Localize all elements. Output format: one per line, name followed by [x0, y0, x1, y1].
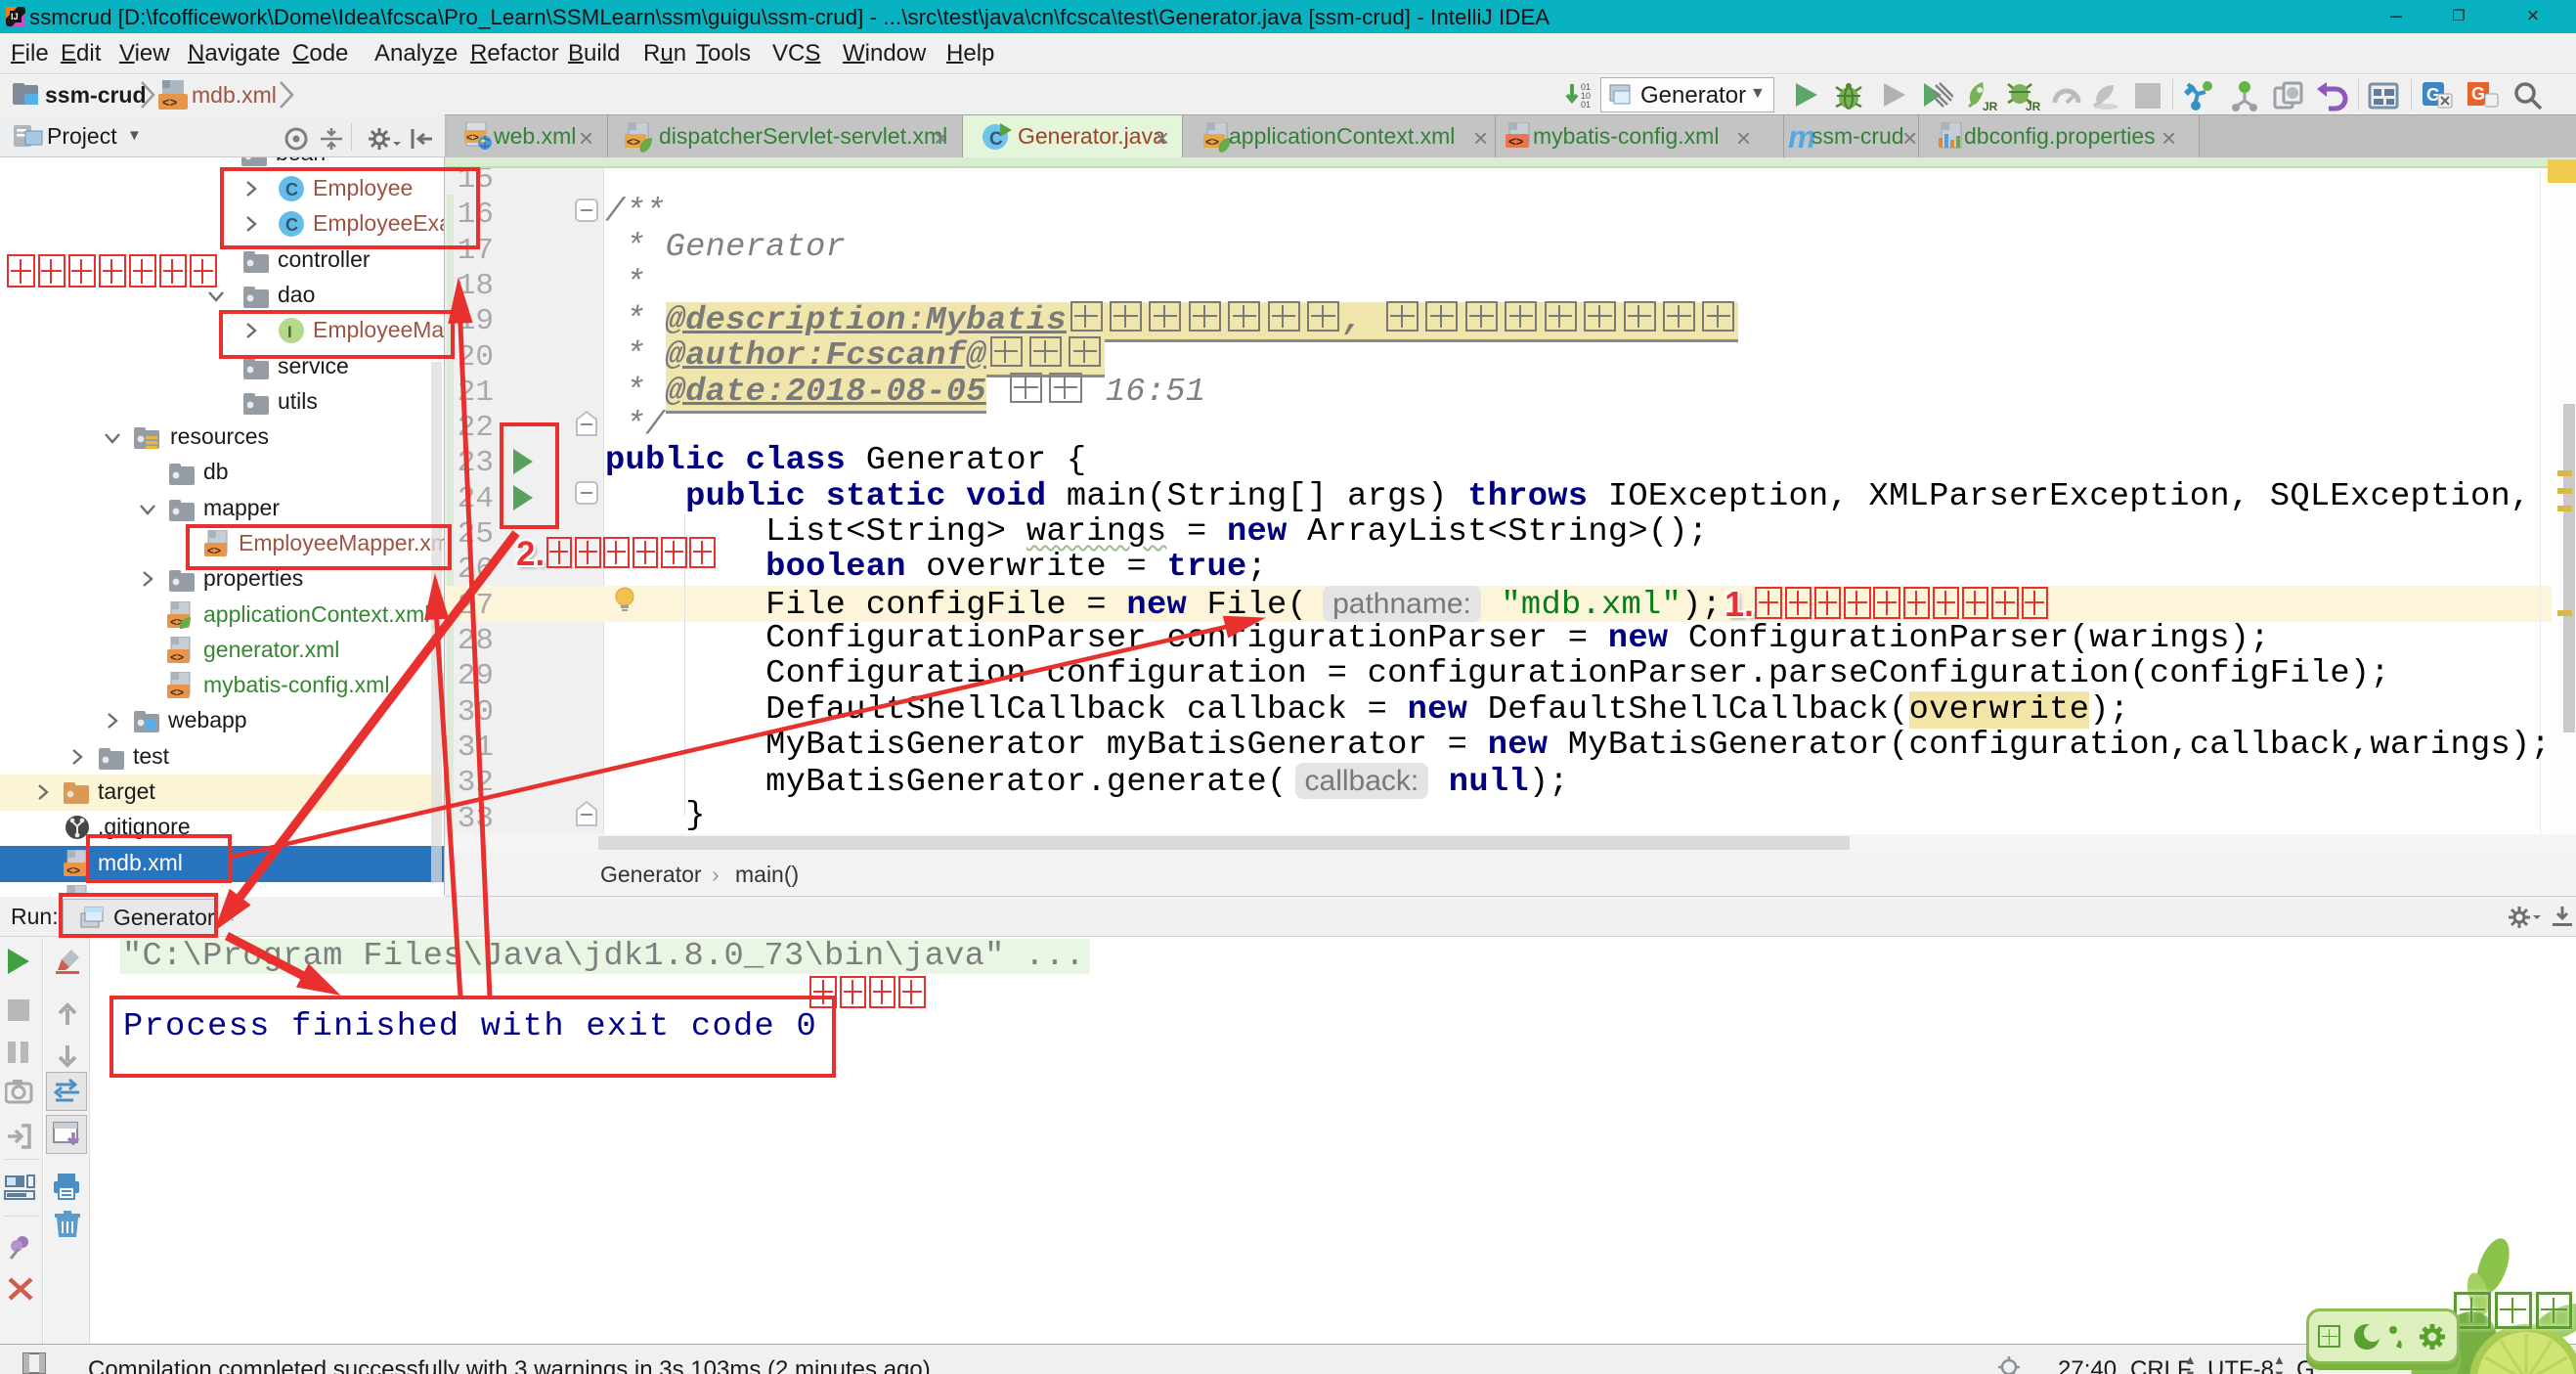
svg-text:JR: JR: [2026, 100, 2041, 112]
svg-text:<>: <>: [162, 95, 178, 110]
svg-text:I: I: [287, 323, 292, 341]
svg-text:C: C: [285, 215, 298, 235]
svg-text:<>: <>: [1205, 135, 1219, 149]
svg-text:<>: <>: [466, 132, 479, 144]
svg-text:JR: JR: [1983, 100, 1998, 112]
svg-text:<>: <>: [1508, 134, 1524, 149]
svg-text:<>: <>: [627, 135, 640, 149]
svg-text:01: 01: [1581, 100, 1591, 110]
svg-text:G: G: [2471, 84, 2485, 104]
svg-text:IJ: IJ: [11, 12, 19, 22]
svg-text:C: C: [285, 180, 298, 199]
